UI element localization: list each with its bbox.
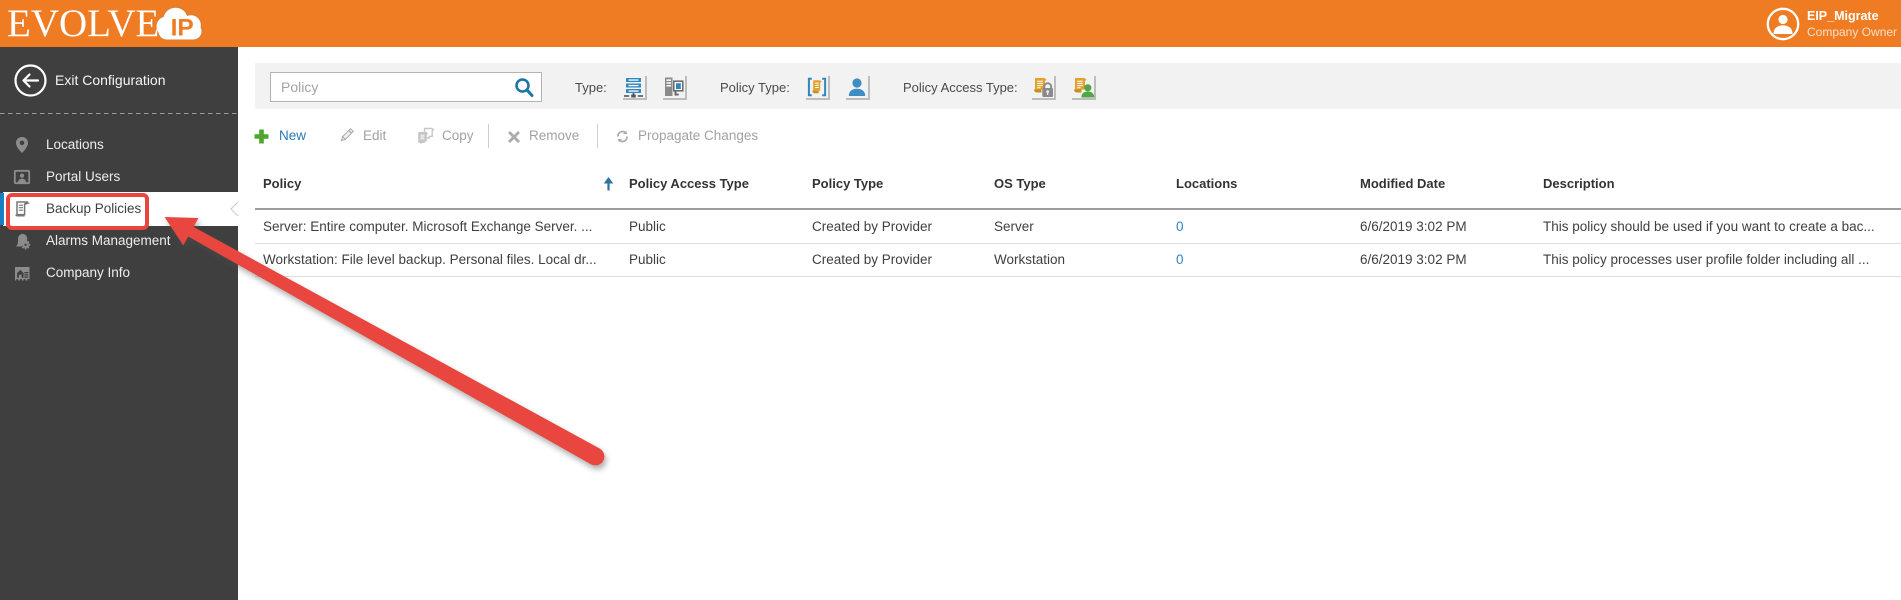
- svg-text:IP: IP: [171, 15, 194, 42]
